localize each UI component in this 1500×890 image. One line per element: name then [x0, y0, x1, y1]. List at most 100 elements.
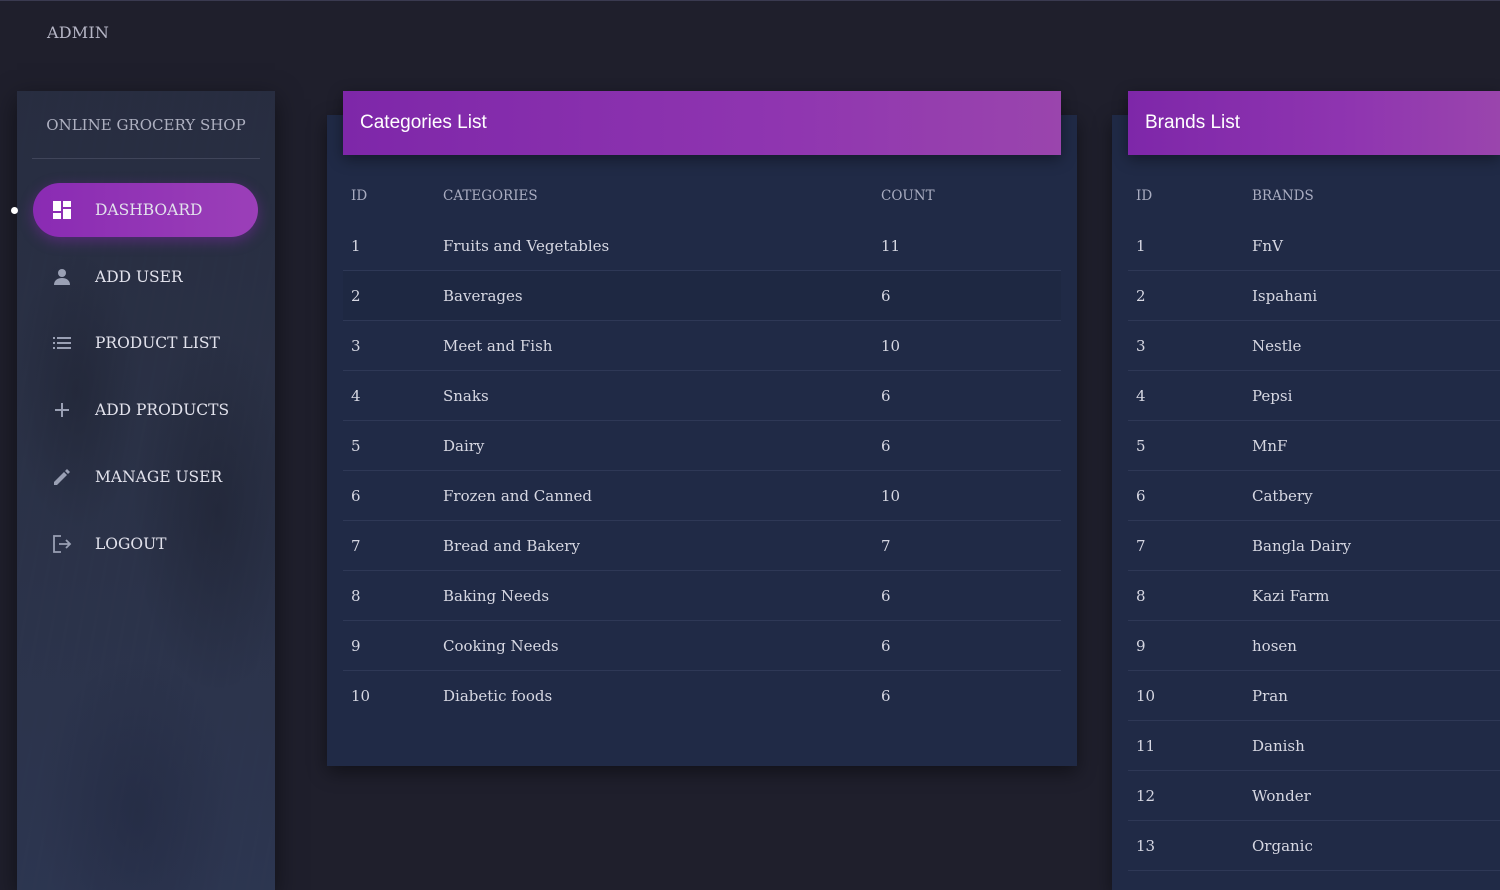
cell-brand: Catbery: [1252, 487, 1313, 505]
cell-id: 8: [1136, 587, 1146, 605]
cell-brand: Kazi Farm: [1252, 587, 1330, 605]
cell-id: 6: [351, 487, 361, 505]
categories-table-header: ID CATEGORIES COUNT: [343, 184, 1061, 208]
brands-card-header: Brands List: [1128, 91, 1500, 155]
cell-brand: Wonder: [1252, 787, 1311, 805]
cell-brand: Organic: [1252, 837, 1313, 855]
table-row[interactable]: 12 Wonder: [1128, 771, 1500, 821]
table-row[interactable]: 7 Bread and Bakery 7: [343, 521, 1061, 571]
sidebar-title[interactable]: ONLINE GROCERY SHOP: [17, 116, 275, 134]
sidebar-item-add-products[interactable]: ADD PRODUCTS: [33, 383, 258, 437]
cell-brand: Danish: [1252, 737, 1305, 755]
cell-id: 9: [1136, 637, 1146, 655]
table-row[interactable]: 2 Ispahani: [1128, 271, 1500, 321]
cell-id: 2: [1136, 287, 1146, 305]
table-row[interactable]: 10 Pran: [1128, 671, 1500, 721]
list-icon: [51, 332, 73, 354]
sidebar-item-label: MANAGE USER: [95, 468, 223, 486]
cell-count: 7: [881, 537, 891, 555]
cell-category: Baking Needs: [443, 587, 550, 605]
cell-count: 6: [881, 437, 891, 455]
cell-count: 10: [881, 487, 901, 505]
table-row[interactable]: 11 Danish: [1128, 721, 1500, 771]
sidebar-item-label: DASHBOARD: [95, 201, 203, 219]
table-row[interactable]: 5 MnF: [1128, 421, 1500, 471]
table-row[interactable]: 7 Bangla Dairy: [1128, 521, 1500, 571]
cell-brand: hosen: [1252, 637, 1297, 655]
logout-icon: [51, 533, 73, 555]
column-header-count: COUNT: [881, 188, 935, 204]
column-header-categories: CATEGORIES: [443, 188, 538, 204]
cell-id: 1: [1136, 237, 1146, 255]
table-row[interactable]: 1 Fruits and Vegetables 11: [343, 221, 1061, 271]
cell-brand: FnV: [1252, 237, 1283, 255]
cell-brand: Bangla Dairy: [1252, 537, 1352, 555]
table-row[interactable]: 4 Snaks 6: [343, 371, 1061, 421]
pencil-icon: [51, 466, 73, 488]
cell-count: 6: [881, 387, 891, 405]
sidebar-item-label: LOGOUT: [95, 535, 167, 553]
categories-card-header: Categories List: [343, 91, 1061, 155]
sidebar-item-logout[interactable]: LOGOUT: [33, 517, 258, 571]
plus-icon: [51, 399, 73, 421]
cell-id: 13: [1136, 837, 1156, 855]
cell-category: Frozen and Canned: [443, 487, 593, 505]
sidebar-item-dashboard[interactable]: DASHBOARD: [33, 183, 258, 237]
cell-brand: Pepsi: [1252, 387, 1293, 405]
cell-id: 10: [351, 687, 371, 705]
cell-brand: Ispahani: [1252, 287, 1318, 305]
table-row[interactable]: 6 Frozen and Canned 10: [343, 471, 1061, 521]
table-row[interactable]: 2 Baverages 6: [343, 271, 1061, 321]
table-row[interactable]: 3 Nestle: [1128, 321, 1500, 371]
cell-id: 6: [1136, 487, 1146, 505]
cell-brand: Pran: [1252, 687, 1288, 705]
column-header-id: ID: [1136, 188, 1153, 204]
table-row[interactable]: 13 Organic: [1128, 821, 1500, 871]
brands-title: Brands List: [1145, 112, 1241, 133]
cell-id: 11: [1136, 737, 1156, 755]
cell-brand: Nestle: [1252, 337, 1302, 355]
sidebar-item-product-list[interactable]: PRODUCT LIST: [33, 316, 258, 370]
table-row[interactable]: 5 Dairy 6: [343, 421, 1061, 471]
app-brand[interactable]: ADMIN: [47, 23, 109, 42]
table-row[interactable]: 8 Baking Needs 6: [343, 571, 1061, 621]
cell-category: Meet and Fish: [443, 337, 553, 355]
brands-table-header: ID BRANDS: [1128, 184, 1500, 208]
person-icon: [51, 266, 73, 288]
sidebar-item-manage-user[interactable]: MANAGE USER: [33, 450, 258, 504]
sidebar-item-add-user[interactable]: ADD USER: [33, 250, 258, 304]
sidebar-item-label: ADD USER: [95, 268, 183, 286]
cell-id: 9: [351, 637, 361, 655]
cell-category: Diabetic foods: [443, 687, 553, 705]
cell-category: Cooking Needs: [443, 637, 559, 655]
cell-count: 6: [881, 687, 891, 705]
table-row[interactable]: 4 Pepsi: [1128, 371, 1500, 421]
cell-count: 6: [881, 587, 891, 605]
cell-id: 2: [351, 287, 361, 305]
cell-category: Snaks: [443, 387, 489, 405]
cell-id: 5: [1136, 437, 1146, 455]
table-row[interactable]: 6 Catbery: [1128, 471, 1500, 521]
top-bar: ADMIN: [0, 0, 1500, 66]
categories-title: Categories List: [360, 112, 487, 133]
cell-id: 4: [351, 387, 361, 405]
cell-id: 12: [1136, 787, 1156, 805]
sidebar-divider: [32, 158, 260, 159]
column-header-id: ID: [351, 188, 368, 204]
dashboard-icon: [51, 199, 73, 221]
cell-id: 7: [1136, 537, 1146, 555]
table-row[interactable]: 9 Cooking Needs 6: [343, 621, 1061, 671]
table-row[interactable]: 9 hosen: [1128, 621, 1500, 671]
cell-id: 3: [351, 337, 361, 355]
cell-category: Bread and Bakery: [443, 537, 580, 555]
sidebar: ONLINE GROCERY SHOP DASHBOARD ADD USER P…: [17, 91, 275, 890]
cell-count: 6: [881, 637, 891, 655]
table-row[interactable]: 8 Kazi Farm: [1128, 571, 1500, 621]
cell-id: 3: [1136, 337, 1146, 355]
table-row[interactable]: 10 Diabetic foods 6: [343, 671, 1061, 721]
cell-count: 6: [881, 287, 891, 305]
table-row[interactable]: 3 Meet and Fish 10: [343, 321, 1061, 371]
table-row[interactable]: 1 FnV: [1128, 221, 1500, 271]
cell-brand: MnF: [1252, 437, 1288, 455]
cell-id: 5: [351, 437, 361, 455]
